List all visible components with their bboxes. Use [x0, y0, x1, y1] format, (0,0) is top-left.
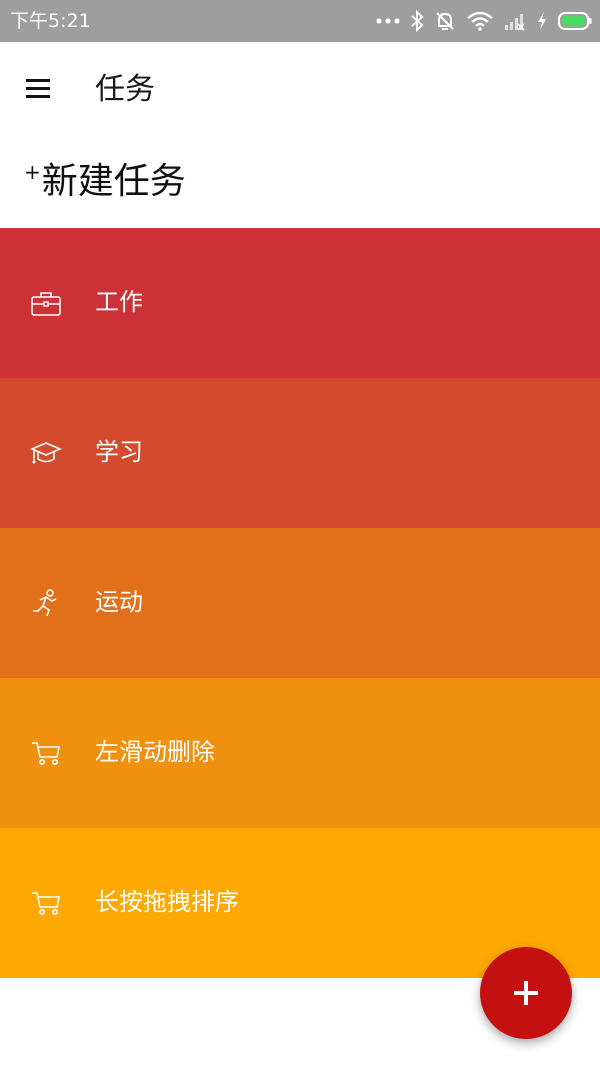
category-label: 学习 — [95, 438, 143, 466]
signal-icon — [505, 14, 525, 31]
category-row-sport[interactable]: 运动 — [0, 528, 600, 678]
new-task-button[interactable]: + 新建任务 — [24, 158, 186, 208]
status-icons — [376, 8, 592, 34]
page-title: 任务 — [95, 72, 155, 107]
new-task-plus: + — [24, 160, 41, 184]
category-row-study[interactable]: 学习 — [0, 378, 600, 528]
alarm-off-icon — [436, 12, 454, 30]
status-time: 下午5:21 — [10, 10, 91, 32]
category-label: 长按拖拽排序 — [95, 888, 239, 916]
running-icon — [33, 589, 57, 617]
cart-icon — [32, 892, 60, 915]
category-row-work[interactable]: 工作 — [0, 228, 600, 378]
plus-icon — [514, 981, 538, 1005]
category-row-swipe-delete[interactable]: 左滑动删除 — [0, 678, 600, 828]
cart-icon — [32, 742, 60, 765]
new-task-label: 新建任务 — [41, 161, 186, 202]
category-label: 工作 — [95, 288, 143, 316]
more-dots-icon — [376, 18, 400, 24]
wifi-icon — [467, 11, 493, 31]
add-task-fab[interactable] — [480, 947, 572, 1039]
charging-icon — [538, 12, 546, 30]
briefcase-icon — [31, 292, 61, 316]
hamburger-menu-icon[interactable] — [26, 78, 52, 100]
battery-icon — [558, 12, 592, 30]
bluetooth-icon — [411, 10, 424, 32]
graduation-cap-icon — [30, 442, 62, 464]
app-bar: 任务 — [0, 42, 600, 138]
category-label: 左滑动删除 — [95, 738, 215, 766]
category-list: 工作 学习 运动 左滑动删除 长按拖拽排序 — [0, 228, 600, 978]
status-bar: 下午5:21 — [0, 0, 600, 42]
category-label: 运动 — [95, 588, 143, 616]
